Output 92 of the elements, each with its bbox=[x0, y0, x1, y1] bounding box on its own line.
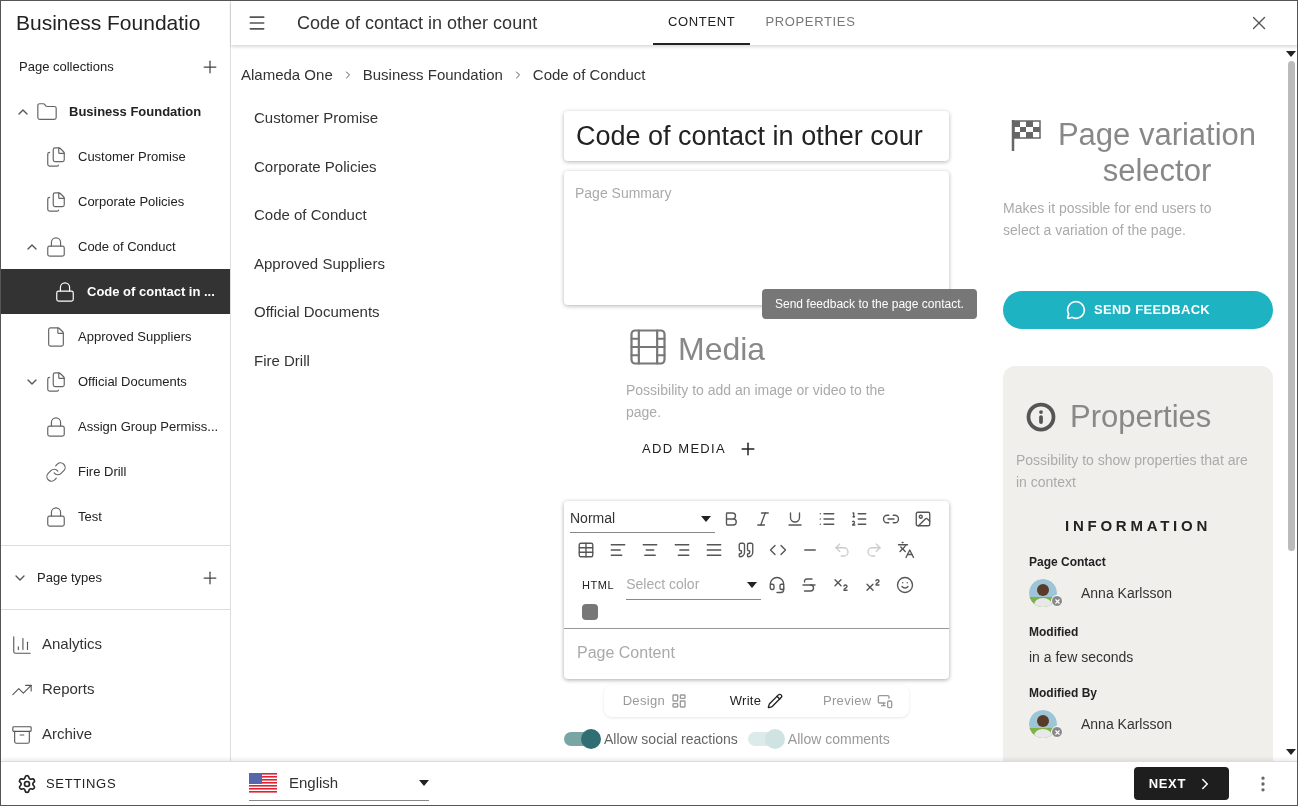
tree-item[interactable]: Code of contact in ... bbox=[1, 269, 230, 314]
tree-label: Business Foundation bbox=[69, 102, 202, 121]
variation-title: Page variation selector bbox=[1057, 117, 1257, 189]
caret-icon bbox=[701, 515, 711, 522]
tree-item[interactable]: Approved Suppliers bbox=[1, 314, 230, 359]
nav-item[interactable]: Analytics bbox=[1, 622, 230, 667]
analytics-icon bbox=[11, 633, 33, 656]
tree-item[interactable]: Business Foundation bbox=[1, 89, 230, 134]
pencil-icon bbox=[767, 693, 784, 709]
html-button[interactable]: HTML bbox=[570, 576, 627, 594]
page-link[interactable]: Approved Suppliers bbox=[254, 250, 564, 300]
language-select[interactable]: English bbox=[249, 766, 429, 801]
app-title: Business Foundatio bbox=[15, 10, 202, 37]
format-select[interactable]: Normal bbox=[570, 505, 715, 533]
information-heading: INFORMATION bbox=[1064, 515, 1212, 536]
breadcrumb-item[interactable]: Code of Conduct bbox=[532, 63, 646, 87]
properties-title: Properties bbox=[1070, 398, 1212, 436]
link-icon bbox=[45, 460, 67, 483]
mode-tab[interactable]: Write bbox=[705, 685, 808, 717]
scroll-up-icon bbox=[1286, 51, 1296, 57]
nav-item[interactable]: Archive bbox=[1, 712, 230, 757]
variation-description: Makes it possible for end users to select a variation of the page. bbox=[1003, 199, 1213, 240]
tree-label: Code of Conduct bbox=[78, 237, 176, 256]
person-name: Anna Karlsson bbox=[1081, 714, 1173, 734]
properties-description: Possibility to show properties that are in context bbox=[1016, 450, 1249, 492]
tab[interactable]: CONTENT bbox=[653, 1, 751, 45]
info-icon bbox=[1026, 402, 1056, 433]
archive-icon bbox=[11, 723, 33, 746]
page-icon bbox=[45, 325, 67, 348]
nav-item[interactable]: Reports bbox=[1, 667, 230, 712]
tree-label: Corporate Policies bbox=[78, 192, 185, 211]
tooltip: Send feedback to the page contact. bbox=[762, 289, 977, 319]
tree-item[interactable]: Customer Promise bbox=[1, 134, 230, 179]
folder-icon bbox=[36, 100, 58, 123]
lock-icon bbox=[54, 280, 76, 303]
page-link[interactable]: Corporate Policies bbox=[254, 153, 564, 203]
tree-label: Approved Suppliers bbox=[78, 327, 192, 346]
remove-icon[interactable] bbox=[1051, 726, 1063, 738]
lock-icon bbox=[45, 415, 67, 438]
chat-icon bbox=[1065, 300, 1086, 320]
dashboard-icon bbox=[671, 693, 688, 709]
page-link[interactable]: Code of Conduct bbox=[254, 202, 564, 251]
tree-item[interactable]: Test bbox=[1, 494, 230, 539]
toggle-label: Allow comments bbox=[787, 729, 890, 749]
media-description: Possibility to add an image or video to the page. bbox=[626, 381, 886, 422]
tree-label: Code of contact in ... bbox=[87, 282, 215, 301]
next-button[interactable]: NEXT bbox=[1133, 767, 1229, 800]
menu-icon[interactable] bbox=[247, 13, 267, 33]
tree-item[interactable]: Assign Group Permiss... bbox=[1, 404, 230, 449]
flag-icon bbox=[249, 773, 277, 793]
pages-icon bbox=[45, 145, 67, 168]
tree-item[interactable]: Corporate Policies bbox=[1, 179, 230, 224]
page-link[interactable]: Fire Drill bbox=[254, 347, 564, 397]
settings-button[interactable]: SETTINGS bbox=[1, 762, 231, 805]
person-name: Anna Karlsson bbox=[1081, 583, 1173, 603]
media-title: Media bbox=[678, 333, 766, 369]
title-field[interactable]: Code of contact in other cour bbox=[564, 111, 949, 161]
section-label[interactable]: Page types bbox=[37, 567, 200, 588]
tab[interactable]: PROPERTIES bbox=[750, 1, 871, 45]
remove-icon[interactable] bbox=[1051, 595, 1063, 607]
tree-item[interactable]: Fire Drill bbox=[1, 449, 230, 494]
tree-label: Customer Promise bbox=[78, 147, 186, 166]
gif-icon[interactable] bbox=[582, 604, 598, 620]
field-label: Page Contact bbox=[1029, 554, 1107, 571]
page-link[interactable]: Customer Promise bbox=[254, 105, 564, 154]
lock-icon bbox=[45, 505, 67, 528]
tree-label: Official Documents bbox=[78, 372, 187, 391]
breadcrumb-item[interactable]: Business Foundation bbox=[362, 63, 503, 87]
field-value: in a few seconds bbox=[1029, 648, 1135, 667]
tree-item[interactable]: Code of Conduct bbox=[1, 224, 230, 269]
content-field[interactable]: Page Content bbox=[564, 629, 949, 679]
page-title: Code of contact in other count bbox=[297, 11, 539, 35]
pages-icon bbox=[45, 190, 67, 213]
tree-item[interactable]: Official Documents bbox=[1, 359, 230, 404]
toggle-switch[interactable] bbox=[564, 732, 598, 746]
tree-label: Fire Drill bbox=[78, 462, 127, 481]
settings-icon bbox=[17, 773, 37, 794]
section-label: Page collections bbox=[19, 58, 114, 77]
devices-icon bbox=[877, 693, 894, 709]
tree-label: Test bbox=[78, 507, 102, 526]
scroll-down-icon bbox=[1286, 749, 1296, 755]
field-label: Modified By bbox=[1029, 685, 1098, 702]
caret-icon bbox=[419, 780, 429, 786]
toggle-label: Allow social reactions bbox=[604, 729, 738, 749]
tree-label: Assign Group Permiss... bbox=[78, 417, 219, 436]
add-media-button[interactable]: ADD MEDIA bbox=[642, 439, 758, 459]
caret-icon bbox=[747, 581, 758, 588]
page-link[interactable]: Official Documents bbox=[254, 299, 564, 348]
pages-icon bbox=[45, 370, 67, 393]
field-label: Modified bbox=[1029, 624, 1080, 641]
lock-icon bbox=[45, 235, 67, 258]
breadcrumb-item[interactable]: Alameda One bbox=[241, 63, 333, 87]
